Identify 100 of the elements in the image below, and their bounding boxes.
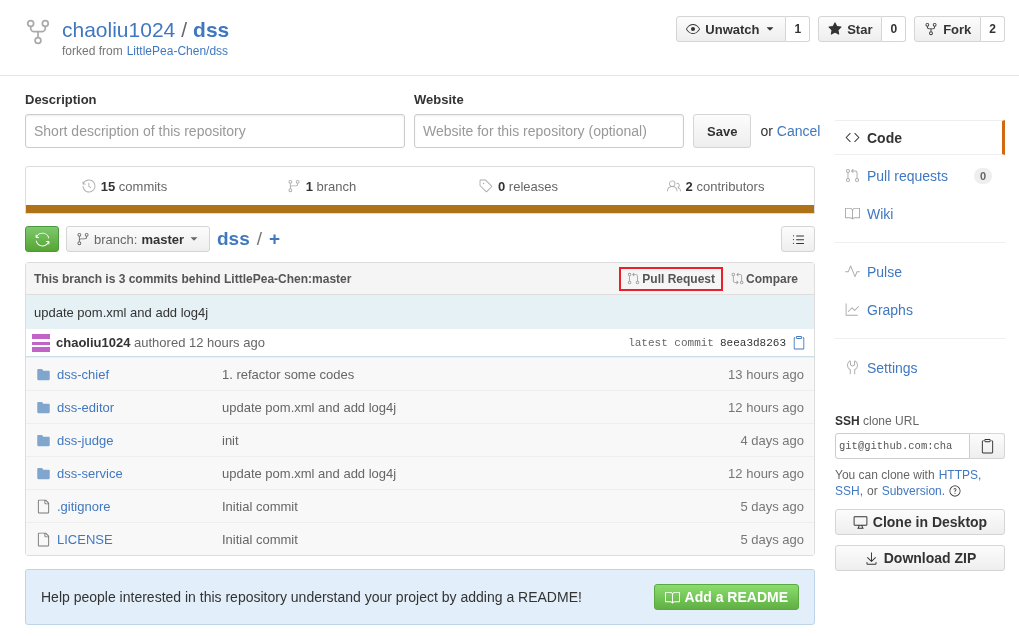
- sidebar-nav-item[interactable]: Wiki: [835, 196, 1005, 231]
- sidebar-nav-item[interactable]: Pulse: [835, 254, 1005, 289]
- desktop-icon: [852, 514, 868, 530]
- file-link[interactable]: dss-editor: [36, 399, 222, 415]
- sidebar-nav-item[interactable]: Pull requests 0: [835, 158, 1005, 193]
- file-age: 12 hours ago: [728, 465, 804, 481]
- file-age: 12 hours ago: [728, 399, 804, 415]
- file-age: 5 days ago: [740, 531, 804, 547]
- website-label: Website: [414, 92, 465, 107]
- file-link[interactable]: dss-judge: [36, 432, 222, 448]
- star-icon: [828, 22, 843, 36]
- book-icon: [664, 589, 680, 605]
- description-label: Description: [25, 92, 98, 107]
- sidebar-nav-item[interactable]: Graphs: [835, 292, 1005, 327]
- sync-icon: [34, 231, 50, 247]
- clone-url-heading: SSH clone URL: [835, 414, 921, 428]
- copy-button[interactable]: [970, 433, 1005, 459]
- repo-link[interactable]: dss: [193, 16, 230, 44]
- repo-action-button[interactable]: Star: [818, 16, 883, 42]
- copy-icon[interactable]: [792, 335, 806, 350]
- file-age: 5 days ago: [740, 498, 804, 514]
- clone-help-text: You can clone with: [835, 467, 935, 483]
- folder-icon: [36, 465, 51, 481]
- latest-commit-label: latest commit: [628, 336, 714, 349]
- branch-icon: [76, 232, 90, 246]
- file-commit-message[interactable]: init: [222, 432, 741, 448]
- owner-link[interactable]: chaoliu1024: [62, 16, 176, 44]
- path-separator: /: [256, 228, 263, 250]
- or-text: or: [760, 122, 773, 141]
- sidebar-button[interactable]: Download ZIP: [835, 545, 1005, 571]
- file-commit-message[interactable]: update pom.xml and add log4j: [222, 399, 729, 415]
- nav-count: 0: [973, 167, 992, 184]
- file-link[interactable]: dss-chief: [36, 366, 222, 382]
- forked-from-link[interactable]: LittlePea-Chen/dss: [126, 44, 229, 58]
- pull-request-link[interactable]: Pull Request: [619, 266, 723, 291]
- stat-link[interactable]: 0 releases: [420, 167, 617, 205]
- action-count[interactable]: 2: [981, 16, 1005, 42]
- branch-status-text: This branch is 3 commits behind LittlePea-Chen:master: [34, 271, 353, 286]
- pull-request-icon: [627, 272, 641, 285]
- file-commit-message[interactable]: Initial commit: [222, 498, 741, 514]
- tag-icon: [479, 179, 493, 193]
- compare-button[interactable]: [25, 226, 59, 252]
- readme-prompt-text: Help people interested in this repository understand your project by adding a README!: [41, 589, 582, 605]
- code-icon: [845, 130, 860, 145]
- folder-icon: [36, 399, 51, 415]
- action-count[interactable]: 1: [786, 16, 811, 42]
- cancel-link[interactable]: Cancel: [776, 114, 821, 148]
- graph-icon: [845, 302, 860, 317]
- stat-link[interactable]: 1 branch: [223, 167, 420, 205]
- add-file-link[interactable]: +: [269, 228, 281, 250]
- file-icon: [36, 531, 51, 547]
- sidebar-nav-item[interactable]: Code: [835, 120, 1005, 155]
- file-link[interactable]: LICENSE: [36, 531, 222, 547]
- file-icon: [36, 498, 51, 514]
- file-commit-message[interactable]: Initial commit: [222, 531, 741, 547]
- clone-protocol-link[interactable]: Subversion.: [881, 483, 946, 499]
- file-link[interactable]: .gitignore: [36, 498, 222, 514]
- file-age: 13 hours ago: [728, 366, 804, 382]
- description-input[interactable]: Short description of this repository: [25, 114, 405, 148]
- clone-protocol-link[interactable]: HTTPS,: [938, 467, 982, 483]
- repo-forked-icon: [24, 18, 52, 46]
- book-icon: [845, 206, 860, 221]
- branch-icon: [286, 179, 301, 193]
- pulse-icon: [845, 264, 860, 279]
- compare-icon: [731, 272, 744, 285]
- stat-link[interactable]: 15 commits: [26, 167, 223, 205]
- commit-sha-link[interactable]: 8eea3d8263: [720, 336, 786, 349]
- folder-icon: [36, 432, 51, 448]
- branch-select[interactable]: branch: master: [66, 226, 210, 252]
- repo-action-button[interactable]: Unwatch: [676, 16, 787, 42]
- action-count[interactable]: 0: [882, 16, 907, 42]
- clone-url-input[interactable]: git@github.com:cha: [835, 433, 970, 459]
- tools-icon: [845, 360, 860, 375]
- file-link[interactable]: dss-service: [36, 465, 222, 481]
- path-crumb[interactable]: dss: [217, 228, 250, 250]
- sidebar-nav-item[interactable]: Settings: [835, 350, 1005, 385]
- fork-icon: [924, 22, 939, 36]
- history-icon: [81, 179, 96, 193]
- sidebar-button[interactable]: Clone in Desktop: [835, 509, 1005, 535]
- compare-link[interactable]: Compare: [723, 266, 806, 291]
- file-commit-message[interactable]: 1. refactor some codes: [222, 366, 729, 382]
- commit-author-text: chaoliu1024 authored 12 hours ago: [56, 335, 266, 350]
- commit-message: update pom.xml and add log4j: [26, 295, 814, 329]
- people-icon: [666, 179, 681, 193]
- eye-icon: [686, 22, 701, 36]
- clone-help-text: or: [867, 483, 878, 499]
- pull-request-icon: [845, 168, 860, 183]
- help-icon[interactable]: [949, 485, 962, 497]
- save-button[interactable]: Save: [693, 114, 752, 148]
- folder-icon: [36, 366, 51, 382]
- repo-action-button[interactable]: Fork: [914, 16, 982, 42]
- clone-protocol-link[interactable]: SSH,: [835, 483, 863, 499]
- avatar-icon: [32, 333, 50, 352]
- file-commit-message[interactable]: update pom.xml and add log4j: [222, 465, 729, 481]
- website-input[interactable]: Website for this repository (optional): [414, 114, 684, 148]
- stat-link[interactable]: 2 contributors: [617, 167, 814, 205]
- list-view-button[interactable]: [781, 226, 815, 252]
- forked-from-label: forked from: [62, 44, 123, 58]
- file-age: 4 days ago: [740, 432, 804, 448]
- clipboard-icon: [979, 438, 995, 454]
